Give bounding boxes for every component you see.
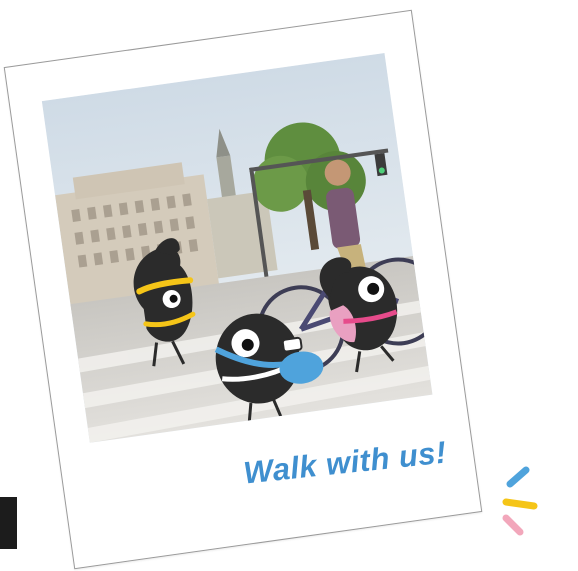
sparkle-blue-stroke bbox=[506, 466, 530, 488]
page: Walk with us! bbox=[0, 0, 578, 571]
street-photo-illustration bbox=[41, 53, 433, 443]
sparkle-pink-stroke bbox=[502, 514, 524, 536]
street-photo bbox=[41, 53, 433, 443]
polaroid-frame: Walk with us! bbox=[3, 9, 483, 570]
walk-with-us-caption: Walk with us! bbox=[241, 434, 449, 491]
sparkle-icon bbox=[494, 462, 550, 542]
dark-edge-block bbox=[0, 497, 17, 549]
sparkle-yellow-stroke bbox=[502, 498, 538, 510]
